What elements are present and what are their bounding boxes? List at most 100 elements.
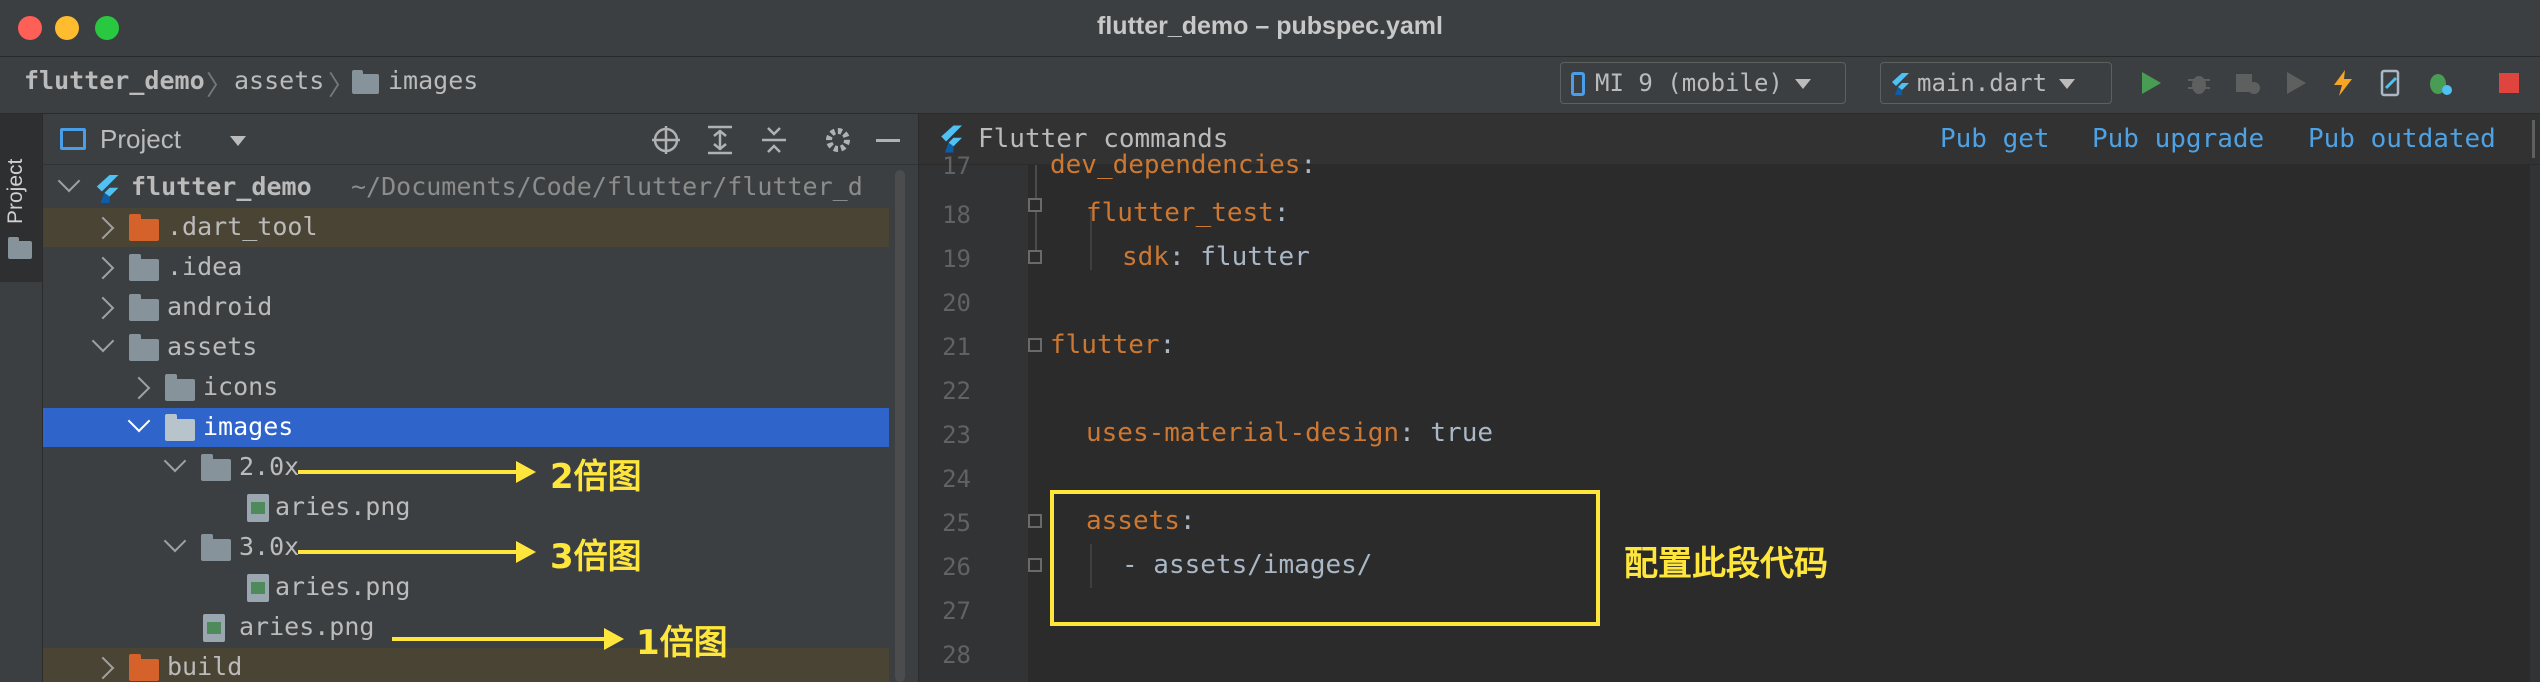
- code-line-21[interactable]: flutter:: [1050, 330, 1175, 360]
- chevron-down-icon[interactable]: [127, 409, 151, 433]
- folder-icon: [165, 374, 195, 401]
- fold-marker[interactable]: [1028, 338, 1042, 352]
- run-config-label: main.dart: [1917, 69, 2048, 97]
- breadcrumb-project[interactable]: flutter_demo: [24, 66, 205, 95]
- collapse-all-icon[interactable]: [758, 124, 790, 156]
- tree-label: 3.0x: [239, 532, 300, 561]
- chevron-down-icon[interactable]: [163, 529, 187, 553]
- tree-row-android[interactable]: android: [43, 288, 889, 327]
- chevron-right-icon[interactable]: [91, 216, 115, 240]
- line-number: 27: [942, 597, 971, 625]
- flutter-icon: [941, 125, 962, 153]
- folder-icon: [165, 414, 195, 441]
- flutter-icon: [1891, 73, 1909, 95]
- image-file-icon: [247, 574, 269, 602]
- yaml-colon: :: [1300, 150, 1317, 180]
- fold-marker[interactable]: [1028, 198, 1042, 212]
- tree-row-assets[interactable]: assets: [43, 328, 889, 367]
- stop-icon[interactable]: [2494, 68, 2524, 98]
- tree-row-3x[interactable]: 3.0x: [43, 528, 889, 567]
- line-number: 26: [942, 553, 971, 581]
- fold-guide: [1035, 165, 1037, 260]
- breadcrumb-assets[interactable]: assets: [234, 66, 324, 95]
- fold-marker[interactable]: [1028, 250, 1042, 264]
- device-selector[interactable]: MI 9 (mobile): [1560, 62, 1846, 104]
- project-scrollbar[interactable]: [895, 170, 905, 682]
- profile-icon[interactable]: [2232, 68, 2262, 98]
- expand-all-icon[interactable]: [704, 124, 736, 156]
- tree-row-images[interactable]: images: [43, 408, 889, 447]
- yaml-key: uses-material-design: [1086, 418, 1400, 448]
- device-label: MI 9 (mobile): [1595, 69, 1783, 97]
- editor-scrollbar[interactable]: [2530, 165, 2540, 682]
- project-tool-label[interactable]: Project: [4, 159, 28, 224]
- yaml-colon: :: [1168, 242, 1185, 272]
- tree-row-root[interactable]: flutter_demo ~/Documents/Code/flutter/fl…: [43, 168, 889, 207]
- fold-marker[interactable]: [1028, 514, 1042, 528]
- annotation-arrow-line: [392, 637, 606, 641]
- chevron-down-icon[interactable]: [163, 449, 187, 473]
- folder-icon: [201, 454, 231, 481]
- window-title: flutter_demo – pubspec.yaml: [1097, 12, 1443, 40]
- tree-row-idea[interactable]: .idea: [43, 248, 889, 287]
- line-number: 17: [942, 152, 971, 180]
- folder-icon: [129, 294, 159, 321]
- yaml-colon: :: [1159, 330, 1176, 360]
- chevron-right-icon[interactable]: [91, 256, 115, 280]
- hide-panel-icon[interactable]: [876, 139, 900, 142]
- tree-row-icons[interactable]: icons: [43, 368, 889, 407]
- breadcrumb-separator: 〉: [328, 71, 355, 102]
- annotation-arrow-line: [298, 550, 518, 554]
- breadcrumb-separator: 〉: [206, 71, 233, 102]
- run-icon[interactable]: [2135, 68, 2165, 98]
- line-number: 20: [942, 289, 971, 317]
- line-number: 25: [942, 509, 971, 537]
- tree-row-aries-3x[interactable]: aries.png: [43, 568, 889, 607]
- highlight-box: [1050, 490, 1600, 626]
- chevron-down-icon[interactable]: [230, 136, 246, 146]
- folder-icon: [352, 70, 379, 94]
- locate-icon[interactable]: [650, 124, 682, 156]
- tree-row-aries-1x[interactable]: aries.png: [43, 608, 889, 647]
- chevron-right-icon[interactable]: [91, 656, 115, 680]
- debug-icon[interactable]: [2184, 68, 2214, 98]
- phone-icon: [1571, 72, 1585, 96]
- line-number: 22: [942, 377, 971, 405]
- tree-row-dart-tool[interactable]: .dart_tool: [43, 208, 889, 247]
- code-line-18[interactable]: flutter_test:: [1086, 198, 1290, 228]
- run-config-selector[interactable]: main.dart: [1880, 62, 2112, 104]
- folder-icon: [8, 237, 32, 259]
- chevron-right-icon[interactable]: [91, 296, 115, 320]
- chevron-down-icon[interactable]: [57, 169, 81, 193]
- folder-icon: [201, 534, 231, 561]
- tree-row-aries-2x[interactable]: aries.png: [43, 488, 889, 527]
- code-line-17[interactable]: dev_dependencies:: [1050, 150, 1316, 180]
- tree-row-2x[interactable]: 2.0x: [43, 448, 889, 487]
- yaml-key: sdk: [1122, 242, 1169, 272]
- hot-restart-icon[interactable]: [2376, 68, 2406, 98]
- annotation-1x: 1倍图: [636, 623, 728, 663]
- attach-icon[interactable]: [2280, 68, 2310, 98]
- code-line-19[interactable]: sdk: flutter: [1122, 242, 1310, 272]
- chevron-right-icon[interactable]: [127, 376, 151, 400]
- project-view-title[interactable]: Project: [100, 124, 181, 155]
- fold-marker[interactable]: [1028, 558, 1042, 572]
- tree-label: aries.png: [275, 492, 411, 521]
- pub-outdated-link[interactable]: Pub outdated: [2308, 124, 2496, 154]
- chevron-down-icon[interactable]: [91, 329, 115, 353]
- breadcrumb-images[interactable]: images: [388, 66, 478, 95]
- code-line-23[interactable]: uses-material-design: true: [1086, 418, 1493, 448]
- tree-row-build[interactable]: build: [43, 648, 889, 682]
- yaml-colon: :: [1273, 198, 1290, 228]
- banner-divider: [2532, 120, 2535, 158]
- gear-icon[interactable]: [822, 124, 854, 156]
- pub-upgrade-link[interactable]: Pub upgrade: [2092, 124, 2264, 154]
- flutter-inspector-icon[interactable]: [2424, 68, 2454, 98]
- yaml-value: flutter: [1184, 242, 1310, 272]
- annotation-config: 配置此段代码: [1624, 544, 1828, 584]
- excluded-folder-icon: [129, 214, 159, 241]
- pub-get-link[interactable]: Pub get: [1940, 124, 2050, 154]
- hot-reload-icon[interactable]: [2328, 68, 2358, 98]
- line-number: 19: [942, 245, 971, 273]
- chevron-down-icon: [2059, 79, 2076, 89]
